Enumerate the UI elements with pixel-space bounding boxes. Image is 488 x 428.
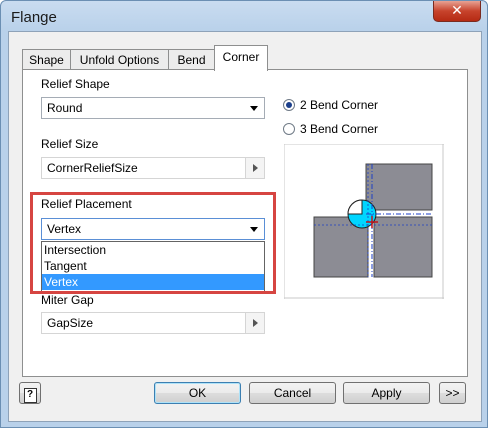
dropdown-option-vertex[interactable]: Vertex xyxy=(42,274,264,290)
tab-unfold-options[interactable]: Unfold Options xyxy=(70,49,169,70)
relief-size-label: Relief Size xyxy=(41,137,99,151)
window-title: Flange xyxy=(11,9,57,26)
tab-label: Unfold Options xyxy=(79,53,160,67)
more-options-button[interactable]: >> xyxy=(439,382,466,404)
ok-button[interactable]: OK xyxy=(154,382,241,404)
radio-label: 3 Bend Corner xyxy=(300,122,379,136)
chevron-right-icon xyxy=(253,164,258,172)
tab-corner[interactable]: Corner xyxy=(214,45,268,71)
apply-button[interactable]: Apply xyxy=(343,382,430,404)
chevron-right-icon xyxy=(253,319,258,327)
help-button[interactable]: ? xyxy=(19,382,41,404)
corner-preview-image xyxy=(284,144,444,299)
relief-placement-value: Vertex xyxy=(47,222,82,236)
miter-gap-arrow-button[interactable] xyxy=(245,313,264,333)
tab-label: Corner xyxy=(222,50,260,64)
tab-label: Shape xyxy=(29,53,64,67)
radio-label: 2 Bend Corner xyxy=(300,98,379,112)
relief-size-field[interactable]: CornerReliefSize xyxy=(41,157,265,179)
title-bar[interactable]: Flange ✕ xyxy=(1,1,487,33)
miter-gap-field[interactable]: GapSize xyxy=(41,312,265,334)
relief-placement-label: Relief Placement xyxy=(41,197,132,211)
close-button[interactable]: ✕ xyxy=(433,1,481,22)
tab-label: Bend xyxy=(177,53,206,67)
help-icon: ? xyxy=(23,388,37,403)
relief-placement-dropdown-list: Intersection Tangent Vertex xyxy=(41,241,265,292)
relief-shape-label: Relief Shape xyxy=(41,77,110,91)
relief-size-value: CornerReliefSize xyxy=(47,161,138,175)
dropdown-option-intersection[interactable]: Intersection xyxy=(42,242,264,258)
relief-shape-select[interactable]: Round xyxy=(41,97,265,119)
miter-gap-value: GapSize xyxy=(47,316,94,330)
radio-button[interactable] xyxy=(283,123,295,135)
dropdown-option-tangent[interactable]: Tangent xyxy=(42,258,264,274)
close-icon: ✕ xyxy=(451,2,463,18)
cancel-button[interactable]: Cancel xyxy=(249,382,336,404)
tab-bend[interactable]: Bend xyxy=(168,49,215,70)
relief-placement-select[interactable]: Vertex xyxy=(41,218,265,240)
miter-gap-label: Miter Gap xyxy=(41,293,94,307)
relief-size-arrow-button[interactable] xyxy=(245,158,264,178)
chevron-down-icon xyxy=(250,227,258,232)
relief-shape-value: Round xyxy=(47,101,83,115)
chevron-down-icon xyxy=(250,106,258,111)
radio-button[interactable] xyxy=(283,99,295,111)
tab-shape[interactable]: Shape xyxy=(22,49,71,70)
